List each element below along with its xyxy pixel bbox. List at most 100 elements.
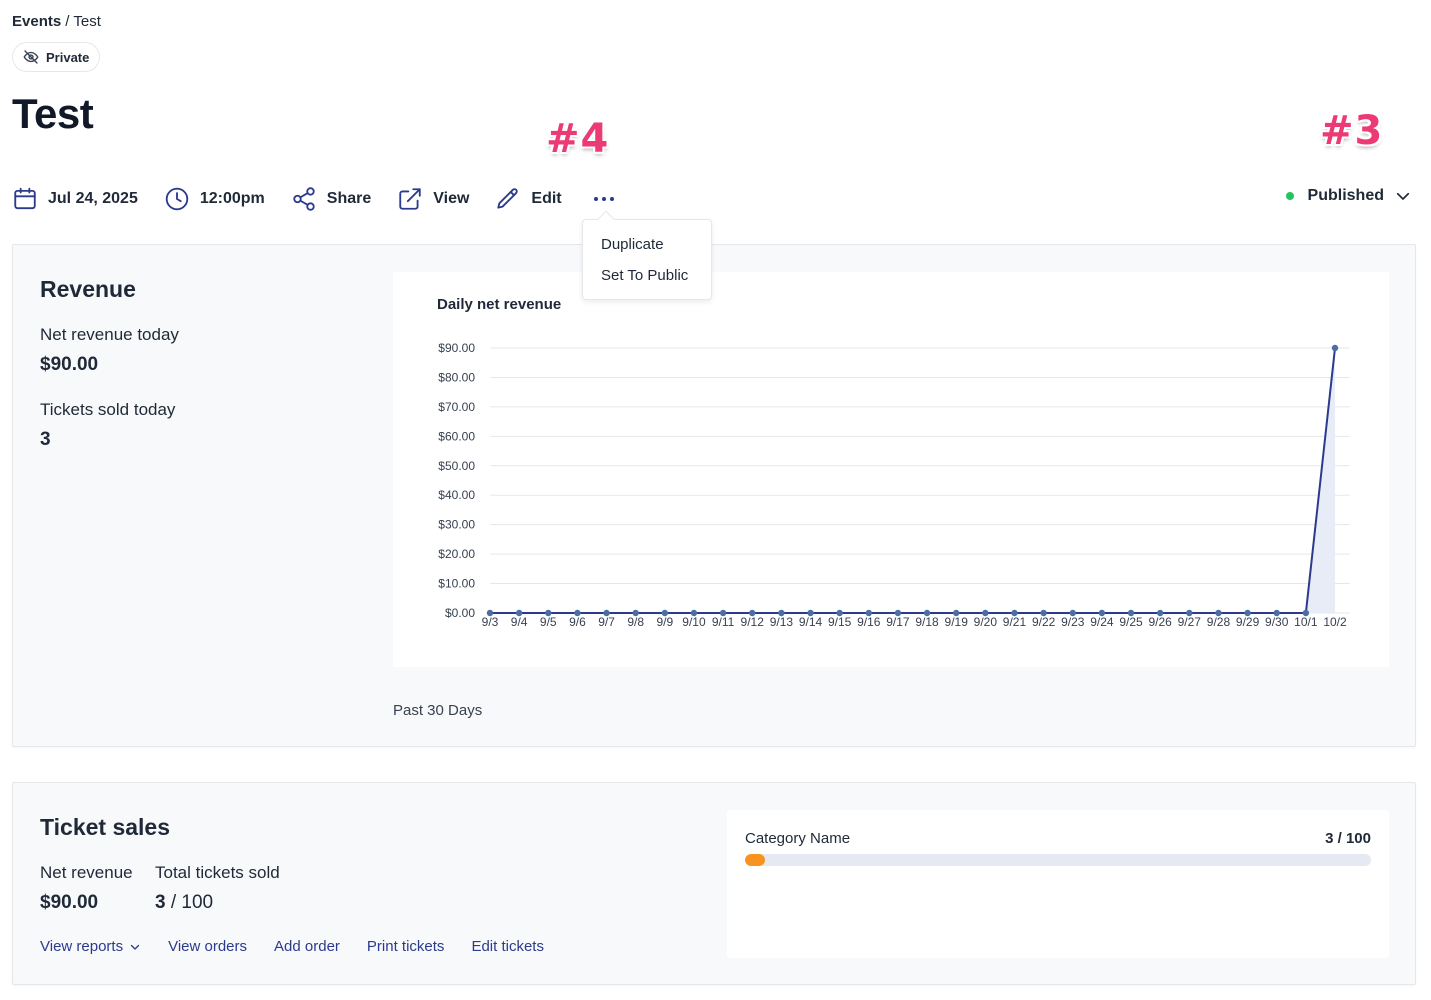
chart-y-tick-label: $40.00 [438,488,475,502]
chart-x-tick-label: 9/22 [1032,615,1056,629]
clock-icon [165,187,189,211]
eye-off-icon [23,50,39,64]
event-toolbar: Jul 24, 2025 12:00pm Share View Edit [12,184,620,214]
event-date: Jul 24, 2025 [12,186,138,212]
net-revenue-label: Net revenue [40,863,133,882]
chart-x-tick-label: 9/3 [482,615,499,629]
revenue-card: Revenue Net revenue today $90.00 Tickets… [12,244,1416,747]
chart-y-tick-label: $0.00 [445,606,475,620]
period-label: Past 30 Days [393,702,483,719]
view-reports-label: View reports [40,938,124,955]
page-title: Test [12,90,94,137]
tickets-sold-count: 3 [155,892,166,913]
chart-x-tick-label: 9/9 [656,615,673,629]
chart-series-line [490,347,1336,614]
status-dot-icon [1285,192,1294,200]
chart-y-tick-label: $60.00 [438,429,475,443]
chart-x-tick-label: 9/12 [741,615,765,629]
category-progress-bar [745,854,1371,866]
edit-label: Edit [531,190,562,207]
privacy-label: Private [46,49,90,65]
status-label: Published [1307,187,1384,204]
chart-y-tick-label: $80.00 [438,370,475,384]
add-order-link[interactable]: Add order [274,938,340,955]
chart-x-tick-label: 9/13 [770,615,794,629]
chart-x-tick-label: 9/20 [974,615,998,629]
tickets-sold-today-value: 3 [40,429,51,450]
chart-x-tick-label: 9/24 [1090,615,1114,629]
external-link-icon [399,188,421,210]
chart-x-tick-label: 9/17 [886,615,910,629]
calendar-icon [14,187,36,210]
annotation-3: #3 [1320,108,1384,154]
total-tickets-sold-label: Total tickets sold [155,863,280,882]
net-revenue-today-label: Net revenue today [40,325,179,344]
chart-x-tick-label: 9/19 [945,615,969,629]
event-time-text: 12:00pm [199,190,265,207]
menu-item-set-to-public[interactable]: Set To Public [583,266,711,297]
chart-x-tick-label: 9/26 [1148,615,1172,629]
share-icon [293,187,315,211]
chart-x-tick-label: 9/23 [1061,615,1085,629]
view-label: View [433,190,470,207]
privacy-badge[interactable]: Private [12,42,101,72]
total-tickets-sold-value: 3 / 100 [155,892,213,914]
chart-x-tick-label: 9/15 [828,615,852,629]
annotation-4: #4 [546,116,610,162]
chart-y-tick-label: $10.00 [438,577,475,591]
breadcrumb-events-link[interactable]: Events [12,13,61,30]
print-tickets-link[interactable]: Print tickets [367,938,445,955]
chart-x-tick-label: 9/10 [682,615,706,629]
chart-x-tick-label: 9/30 [1265,615,1289,629]
share-button[interactable]: Share [291,186,371,212]
view-orders-link[interactable]: View orders [168,938,247,955]
more-dot-icon [601,197,606,201]
ticket-actions: View reports View orders Add order Print… [40,938,571,955]
more-options-menu: Duplicate Set To Public [582,210,712,300]
chart-x-tick-label: 9/8 [627,615,644,629]
chart-x-tick-label: 9/28 [1207,615,1231,629]
chart-canvas: $0.00 $10.00 $20.00 $30.00 $40.00 $50.00 $60.0… [438,341,1350,629]
chart-x-tick-label: 9/5 [540,615,557,629]
breadcrumb-separator: / [65,13,70,30]
chart-x-tick-label: 10/2 [1323,615,1347,629]
event-date-text: Jul 24, 2025 [48,190,138,207]
chart-x-tick-label: 9/27 [1178,615,1202,629]
chart-x-tick-label: 9/18 [915,615,939,629]
event-time: 12:00pm [164,186,265,212]
status-dropdown[interactable]: Published [1285,187,1412,205]
breadcrumb-current: Test [73,13,101,30]
more-options-button[interactable] [588,186,620,212]
revenue-title: Revenue [40,276,136,302]
chart-y-tick-label: $30.00 [438,518,475,532]
ticket-sales-title: Ticket sales [40,814,171,840]
view-reports-link[interactable]: View reports [40,938,141,955]
chart-x-tick-label: 9/21 [1003,615,1027,629]
category-name: Category Name [745,830,851,847]
pencil-icon [497,188,519,209]
chart-data-point [1331,344,1339,352]
category-panel: Category Name 3 / 100 [727,810,1389,958]
chart-x-tick-label: 9/29 [1236,615,1260,629]
chart-x-tick-label: 9/14 [799,615,823,629]
chart-y-tick-label: $90.00 [438,341,475,355]
view-button[interactable]: View [397,186,469,212]
chart-y-tick-label: $70.00 [438,400,475,414]
net-revenue-today-value: $90.00 [40,354,99,375]
category-progress-fill [745,854,765,866]
edit-tickets-link[interactable]: Edit tickets [471,938,544,955]
tickets-sold-today-label: Tickets sold today [40,400,176,419]
breadcrumb: Events / Test [12,13,101,30]
more-dot-icon [593,197,598,201]
edit-button[interactable]: Edit [495,186,562,212]
chart-y-tick-label: $50.00 [438,459,475,473]
menu-item-duplicate[interactable]: Duplicate [583,235,711,266]
chart-x-tick-label: 9/11 [712,615,735,629]
chart-area-fill [490,348,1335,613]
more-dot-icon [609,197,614,201]
chevron-down-icon [1396,192,1410,200]
net-revenue-value: $90.00 [40,892,99,913]
category-count: 3 / 100 [1325,830,1371,847]
ticket-sales-card: Ticket sales Net revenue $90.00 Total ti… [12,782,1416,985]
chart-x-tick-label: 9/16 [857,615,881,629]
